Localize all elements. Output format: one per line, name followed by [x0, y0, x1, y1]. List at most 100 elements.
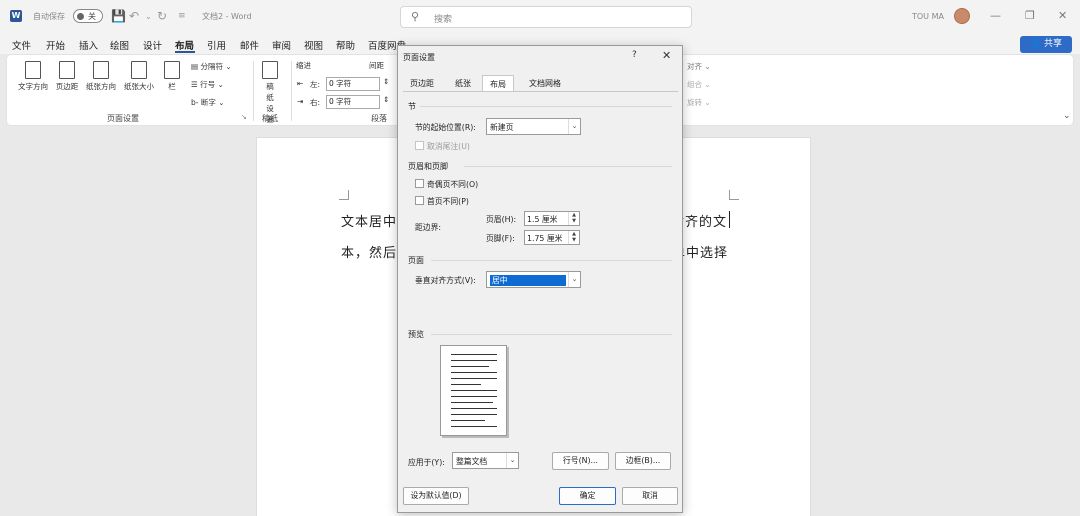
- spacing-before-icon: ⇕: [383, 77, 390, 86]
- collapse-ribbon-icon[interactable]: ⌄: [1063, 111, 1071, 121]
- section-start-select[interactable]: 新建页 ⌄: [486, 118, 581, 135]
- toggle-knob: [77, 13, 84, 20]
- tab-help[interactable]: 帮助: [336, 38, 355, 52]
- active-tab-indicator: [175, 51, 195, 53]
- group-label-page-setup: 页面设置: [107, 114, 139, 123]
- columns-icon: [164, 61, 180, 79]
- minimize-icon[interactable]: —: [990, 9, 1001, 22]
- page-setup-launcher-icon[interactable]: ↘: [241, 113, 247, 121]
- first-page-checkbox[interactable]: [415, 196, 424, 205]
- vertical-alignment-label: 垂直对齐方式(V):: [415, 276, 476, 285]
- rotate-button[interactable]: 旋转 ⌄: [687, 97, 711, 108]
- vertical-alignment-value: 居中: [490, 275, 566, 286]
- customize-qat-icon[interactable]: ≡: [178, 11, 186, 21]
- vertical-alignment-select[interactable]: 居中 ⌄: [486, 271, 581, 288]
- group-separator: [253, 61, 254, 121]
- first-page-label: 首页不同(P): [427, 197, 469, 206]
- section-heading: 页面: [408, 256, 424, 265]
- columns-button[interactable]: 栏: [161, 61, 183, 92]
- search-box[interactable]: ⚲ 搜索: [400, 6, 692, 28]
- borders-button[interactable]: 边框(B)...: [615, 452, 671, 470]
- autosave-toggle[interactable]: 关: [73, 9, 103, 23]
- avatar[interactable]: [954, 8, 970, 24]
- draft-icon: [262, 61, 278, 79]
- group-label-draft: 稿纸: [262, 114, 278, 123]
- tab-design[interactable]: 设计: [143, 38, 162, 52]
- size-icon: [131, 61, 147, 79]
- tab-insert[interactable]: 插入: [79, 38, 98, 52]
- close-window-icon[interactable]: ✕: [1058, 9, 1067, 22]
- preview-line: [451, 420, 485, 421]
- line-numbers-button[interactable]: ☰ 行号 ⌄: [191, 79, 224, 90]
- ok-button[interactable]: 确定: [559, 487, 616, 505]
- text-cursor: [729, 211, 730, 228]
- tab-view[interactable]: 视图: [304, 38, 323, 52]
- share-button[interactable]: 👤 共享: [1020, 36, 1072, 53]
- preview-line: [451, 384, 481, 385]
- tab-draw[interactable]: 绘图: [110, 38, 129, 52]
- tab-paper[interactable]: 纸张: [448, 75, 478, 92]
- header-distance-input[interactable]: 1.5 厘米 ▲ ▼: [524, 211, 580, 226]
- tab-file[interactable]: 文件: [12, 38, 31, 52]
- columns-label: 栏: [168, 82, 176, 91]
- spin-down-icon[interactable]: ▼: [568, 218, 579, 225]
- preview-line: [451, 396, 497, 397]
- breaks-button[interactable]: ▤ 分隔符 ⌄: [191, 61, 232, 72]
- undo-icon[interactable]: ↶: [129, 9, 139, 23]
- preview-line: [451, 360, 497, 361]
- text-direction-label: 文字方向: [18, 82, 48, 91]
- orientation-button[interactable]: 纸张方向: [83, 61, 119, 92]
- redo-icon[interactable]: ↻: [157, 9, 167, 23]
- header-distance-value: 1.5 厘米: [527, 215, 558, 224]
- line-numbers-button[interactable]: 行号(N)...: [552, 452, 609, 470]
- preview-line: [451, 426, 497, 427]
- footer-distance-label: 页脚(F):: [486, 234, 515, 243]
- help-icon[interactable]: ?: [632, 50, 637, 60]
- preview-line: [451, 414, 497, 415]
- rotate-label: 旋转: [687, 98, 702, 107]
- align-button[interactable]: 对齐 ⌄: [687, 61, 711, 72]
- suppress-endnotes-checkbox[interactable]: [415, 141, 424, 150]
- indent-left-input[interactable]: 0 字符: [326, 77, 380, 91]
- suppress-endnotes-label: 取消尾注(U): [427, 142, 470, 151]
- group-button[interactable]: 组合 ⌄: [687, 79, 711, 90]
- hyphenation-label: 断字: [200, 98, 216, 107]
- set-default-button[interactable]: 设为默认值(D): [403, 487, 469, 505]
- undo-dropdown-icon[interactable]: ⌄: [145, 12, 152, 21]
- tab-references[interactable]: 引用: [207, 38, 226, 52]
- spin-down-icon[interactable]: ▼: [568, 237, 579, 244]
- size-button[interactable]: 纸张大小: [120, 61, 158, 92]
- tab-mailings[interactable]: 邮件: [240, 38, 259, 52]
- indent-label: 缩进: [296, 61, 311, 70]
- tab-home[interactable]: 开始: [46, 38, 65, 52]
- align-label: 对齐: [687, 62, 702, 71]
- hyphenation-button[interactable]: b‐ 断字 ⌄: [191, 97, 225, 108]
- text-direction-button[interactable]: 文字方向: [15, 61, 51, 92]
- tab-layout[interactable]: 布局: [175, 38, 194, 52]
- tab-margins[interactable]: 页边距: [403, 75, 441, 92]
- cancel-button[interactable]: 取消: [622, 487, 678, 505]
- save-icon[interactable]: 💾: [111, 9, 126, 23]
- document-title: 文档2 - Word: [202, 12, 252, 21]
- footer-distance-value: 1.75 厘米: [527, 234, 563, 243]
- close-icon[interactable]: ✕: [662, 49, 671, 62]
- apply-to-select[interactable]: 整篇文档 ⌄: [452, 452, 519, 469]
- dialog-title: 页面设置: [403, 53, 435, 62]
- preview-line: [451, 390, 497, 391]
- margins-button[interactable]: 页边距: [52, 61, 82, 92]
- footer-distance-input[interactable]: 1.75 厘米 ▲ ▼: [524, 230, 580, 245]
- tab-review[interactable]: 审阅: [272, 38, 291, 52]
- section-divider: [420, 106, 672, 107]
- restore-icon[interactable]: ❐: [1025, 9, 1035, 22]
- indent-right-input[interactable]: 0 字符: [326, 95, 380, 109]
- search-icon: ⚲: [411, 10, 420, 23]
- orientation-label: 纸张方向: [86, 82, 116, 91]
- odd-even-checkbox[interactable]: [415, 179, 424, 188]
- tab-layout[interactable]: 布局: [482, 75, 514, 92]
- section-heading: 节: [408, 102, 416, 111]
- tab-document-grid[interactable]: 文档网格: [522, 75, 568, 92]
- autosave-label: 自动保存: [33, 12, 65, 21]
- user-name[interactable]: TOU MA: [912, 12, 944, 21]
- group-label-paragraph: 段落: [371, 114, 387, 123]
- text-direction-icon: [25, 61, 41, 79]
